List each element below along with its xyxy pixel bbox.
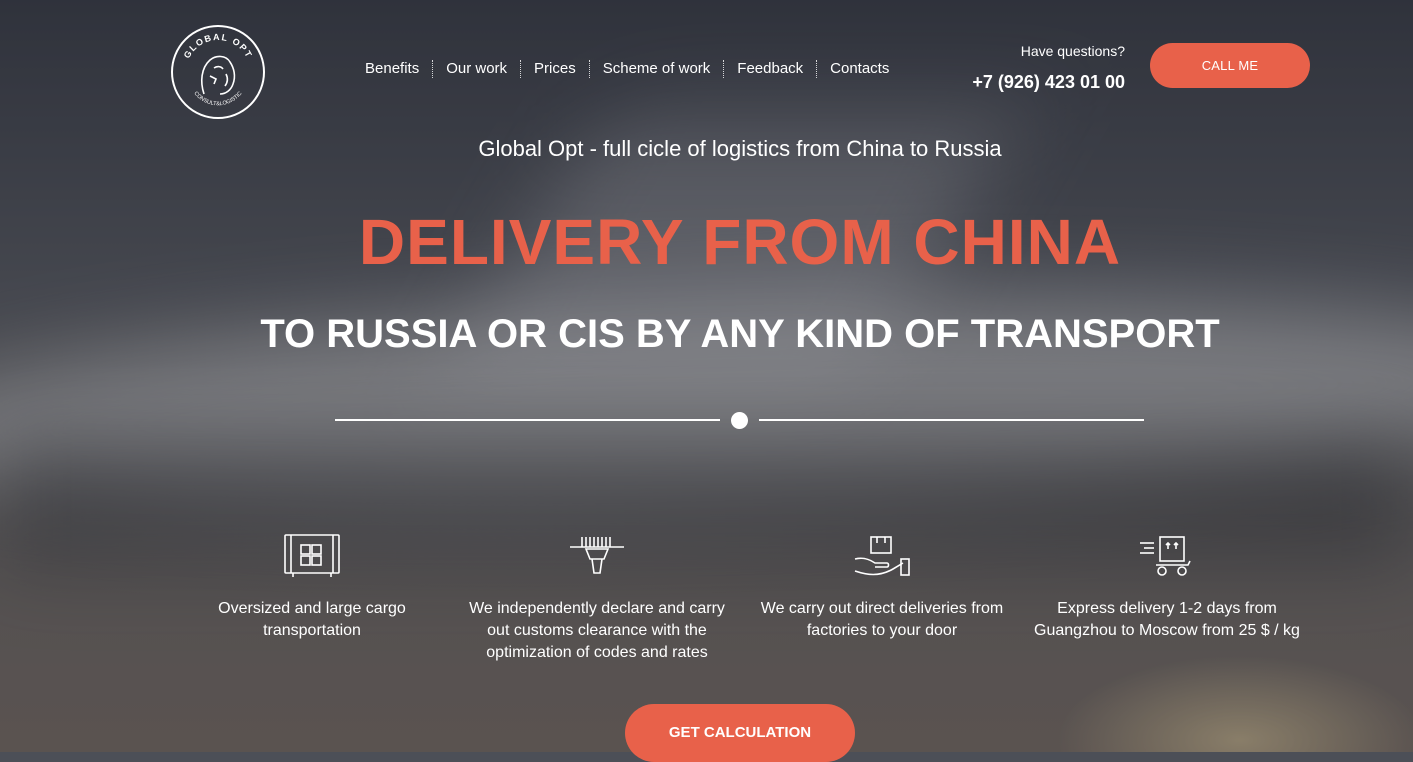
lion-head-icon	[200, 55, 236, 95]
hero-tagline: Global Opt - full cicle of logistics fro…	[478, 136, 1002, 161]
hero-headline: DELIVERY FROM CHINA	[358, 206, 1122, 278]
feature-customs-clearance: We independently declare and carry out c…	[462, 530, 732, 664]
main-nav: Benefits Our work Prices Scheme of work …	[352, 60, 902, 78]
divider-dot	[731, 412, 748, 429]
barcode-scanner-icon	[462, 530, 732, 582]
logo-bottom-text: CONSULT&LOGISTIC	[192, 91, 243, 108]
feature-direct-deliveries: We carry out direct deliveries from fact…	[747, 530, 1017, 642]
hero-subheadline: TO RUSSIA OR CIS BY ANY KIND OF TRANSPOR…	[260, 312, 1220, 356]
express-cart-icon	[1032, 530, 1302, 582]
questions-label: Have questions?	[1020, 43, 1125, 59]
cargo-container-icon	[177, 530, 447, 582]
nav-contacts[interactable]: Contacts	[816, 60, 902, 78]
feature-text: Express delivery 1-2 days from Guangzhou…	[1034, 600, 1300, 639]
feature-text: We carry out direct deliveries from fact…	[760, 600, 1004, 639]
nav-our-work[interactable]: Our work	[432, 60, 520, 78]
feature-express-delivery: Express delivery 1-2 days from Guangzhou…	[1032, 530, 1302, 642]
feature-oversized-cargo: Oversized and large cargo transportation	[177, 530, 447, 642]
feature-text: We independently declare and carry out c…	[469, 600, 725, 661]
divider-line-right	[759, 419, 1144, 421]
divider-line-left	[335, 419, 720, 421]
svg-text:CONSULT&LOGISTIC: CONSULT&LOGISTIC	[192, 91, 243, 108]
phone-number[interactable]: +7 (926) 423 01 00	[972, 72, 1125, 93]
call-me-button[interactable]: CALL ME	[1150, 43, 1310, 88]
feature-text: Oversized and large cargo transportation	[218, 600, 406, 639]
nav-feedback[interactable]: Feedback	[723, 60, 816, 78]
nav-prices[interactable]: Prices	[520, 60, 589, 78]
nav-benefits[interactable]: Benefits	[352, 60, 432, 78]
get-calculation-button[interactable]: GET CALCULATION	[625, 704, 855, 762]
hand-box-icon	[747, 530, 1017, 582]
site-header: GLOBAL OPT CONSULT&LOGISTIC Benefits Our…	[0, 0, 1413, 130]
get-calculation-label: GET CALCULATION	[668, 724, 812, 741]
nav-scheme-of-work[interactable]: Scheme of work	[588, 60, 724, 78]
global-opt-logo[interactable]: GLOBAL OPT CONSULT&LOGISTIC	[170, 24, 266, 120]
